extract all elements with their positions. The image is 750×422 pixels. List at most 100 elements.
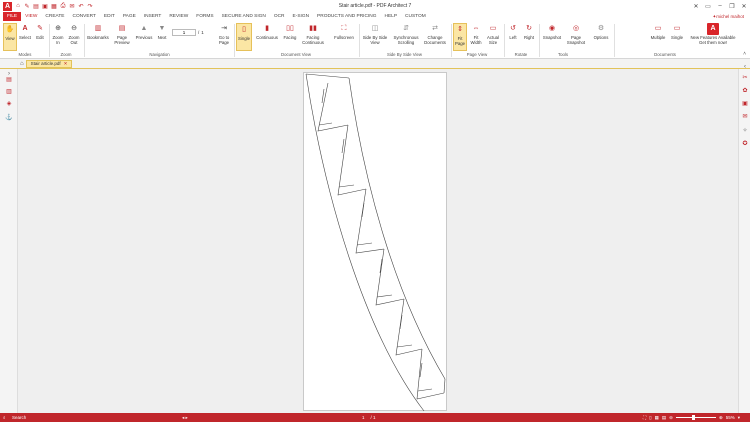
email-icon[interactable]: ✉: [69, 3, 75, 10]
help-icon[interactable]: ✕: [690, 0, 702, 12]
collapse-right-panel-icon[interactable]: ‹: [741, 63, 749, 71]
tab-page[interactable]: PAGE: [119, 12, 140, 21]
bookmarks-button[interactable]: ▥ Bookmarks: [87, 23, 109, 51]
tab-review[interactable]: REVIEW: [165, 12, 192, 21]
single-document-button[interactable]: ▭ Single: [670, 23, 684, 51]
page-number-input[interactable]: [172, 29, 196, 36]
new-features-button[interactable]: A New Features Available Get them now!: [688, 23, 738, 51]
close-tab-icon[interactable]: ✕: [64, 61, 68, 67]
collapse-ribbon-icon[interactable]: ˄: [743, 51, 746, 57]
multiple-documents-button[interactable]: ▭ Multiple: [648, 23, 668, 51]
tab-insert[interactable]: INSERT: [140, 12, 166, 21]
app-logo-icon: A: [3, 1, 12, 11]
stair-drawing: [305, 73, 446, 412]
rotate-left-button[interactable]: ↺ Left: [506, 23, 520, 51]
redo-icon[interactable]: ↷: [87, 3, 93, 10]
image-icon[interactable]: ▣: [741, 99, 749, 107]
zoom-in-button[interactable]: ⊕ Zoom In: [51, 23, 65, 51]
certificate-icon[interactable]: ✪: [741, 139, 749, 147]
restore-icon[interactable]: ❐: [726, 0, 738, 12]
text-select-icon: A: [22, 25, 28, 33]
rotate-right-button[interactable]: ↻ Right: [522, 23, 536, 51]
change-docs-icon: ⇄: [432, 25, 438, 33]
tab-file[interactable]: FILE: [3, 12, 22, 21]
anchor-icon[interactable]: ⚓: [5, 113, 13, 121]
ribbon-toggle-icon[interactable]: ▭: [702, 0, 714, 12]
ribbon-separator: [614, 24, 615, 57]
zoom-level[interactable]: 55%: [726, 415, 735, 420]
undo-icon[interactable]: ↶: [78, 3, 84, 10]
zoom-out-button[interactable]: ⊖ Zoom Out: [67, 23, 81, 51]
layers-icon[interactable]: ◈: [5, 99, 13, 107]
minimize-icon[interactable]: –: [714, 0, 726, 12]
search-icon[interactable]: ⌕: [3, 415, 6, 420]
next-page-button[interactable]: ▼ Next: [155, 23, 169, 51]
scroll-icon[interactable]: ▤: [662, 415, 666, 421]
user-account[interactable]: ✦ michel maihot: [712, 12, 744, 21]
print-icon[interactable]: ⎙: [60, 3, 66, 9]
comment-icon[interactable]: ✉: [741, 112, 749, 120]
fit-width-icon: ⇔: [472, 25, 480, 33]
previous-page-button[interactable]: ▲ Previous: [134, 23, 154, 51]
attachment-icon[interactable]: ✧: [741, 126, 749, 134]
zoom-in-status-icon[interactable]: ⊕: [719, 415, 723, 421]
gear-icon: ⚙: [597, 25, 605, 33]
home-icon[interactable]: ⌂: [15, 3, 21, 9]
tab-secure-and-sign[interactable]: SECURE AND SIGN: [218, 12, 270, 21]
document-tab[interactable]: Stair article.pdf ✕: [25, 59, 73, 68]
open-file-icon[interactable]: ▤: [33, 3, 39, 10]
fit-icon[interactable]: ⛶: [643, 415, 646, 420]
fit-width-button[interactable]: ⇔ Fit Width: [469, 23, 483, 51]
zoom-out-status-icon[interactable]: ⊖: [669, 415, 673, 421]
go-to-page-button[interactable]: ⇥ Go to Page: [216, 23, 232, 51]
continuous-view-button[interactable]: ▮ Continuous: [254, 23, 280, 51]
camera-icon: ◉: [548, 25, 556, 33]
page-view-group-label: Page View: [466, 52, 488, 57]
save-as-icon[interactable]: ▦: [51, 3, 57, 10]
zoom-slider-knob[interactable]: [691, 415, 695, 420]
fullscreen-button[interactable]: ⛶ Fullscreen: [332, 23, 356, 51]
tab-convert[interactable]: CONVERT: [69, 12, 100, 21]
snapshot-button[interactable]: ◉ Snapshot: [541, 23, 563, 51]
gift-icon[interactable]: ✿: [741, 86, 749, 94]
home-tab-icon[interactable]: ⌂: [20, 61, 24, 67]
tab-help[interactable]: HELP: [380, 12, 401, 21]
wand-icon[interactable]: ✎: [24, 3, 30, 10]
tab-create[interactable]: CREATE: [41, 12, 68, 21]
search-label[interactable]: Search: [12, 415, 26, 420]
tab-products-and-pricing[interactable]: PRODUCTS AND PRICING: [313, 12, 380, 21]
page-preview-button[interactable]: ▤ Page Preview: [112, 23, 132, 51]
single-view-button[interactable]: ▯ Single: [236, 23, 252, 51]
select-mode-button[interactable]: A Select: [18, 23, 32, 51]
change-documents-button[interactable]: ⇄ Change Documents: [422, 23, 448, 51]
single-page-status-icon[interactable]: ▯: [649, 415, 651, 421]
bookmarks-panel-icon[interactable]: ▥: [5, 87, 13, 95]
tab-ocr[interactable]: OCR: [270, 12, 289, 21]
zoom-slider[interactable]: [675, 415, 716, 420]
fit-page-button[interactable]: ⇕ Fit Page: [453, 23, 467, 51]
tab-forms[interactable]: FORMS: [192, 12, 217, 21]
side-by-side-button[interactable]: ◫ Side By Side View: [361, 23, 389, 51]
status-page-current[interactable]: 1: [362, 415, 365, 420]
grid-icon[interactable]: ▦: [655, 415, 659, 421]
edit-mode-button[interactable]: ✎ Edit: [33, 23, 47, 51]
actual-size-button[interactable]: ▭ Actual Size: [485, 23, 501, 51]
tab-edit[interactable]: EDIT: [100, 12, 119, 21]
ribbon-separator: [49, 24, 50, 57]
facing-view-button[interactable]: ▯▯ Facing: [281, 23, 299, 51]
view-mode-button[interactable]: ✋ View: [3, 23, 17, 51]
save-icon[interactable]: ▣: [42, 3, 48, 10]
zoom-dropdown-icon[interactable]: ▾: [738, 415, 740, 421]
tab-view[interactable]: VIEW: [21, 12, 41, 21]
thumbnails-icon[interactable]: ▤: [5, 75, 13, 83]
tab-e-sign[interactable]: E-SIGN: [289, 12, 314, 21]
facing-continuous-button[interactable]: ▮▮ Facing Continuous: [300, 23, 326, 51]
tools-icon[interactable]: ✂: [741, 73, 749, 81]
page-snapshot-button[interactable]: ◎ Page Snapshot: [565, 23, 587, 51]
actual-size-icon: ▭: [489, 25, 497, 33]
search-nav-icon[interactable]: ◂ ▸: [182, 415, 188, 421]
close-icon[interactable]: ✕: [738, 0, 750, 12]
options-button[interactable]: ⚙ Options: [591, 23, 611, 51]
tab-custom[interactable]: CUSTOM: [401, 12, 430, 21]
sync-scrolling-button[interactable]: ⇵ Synchronous Scrolling: [392, 23, 420, 51]
